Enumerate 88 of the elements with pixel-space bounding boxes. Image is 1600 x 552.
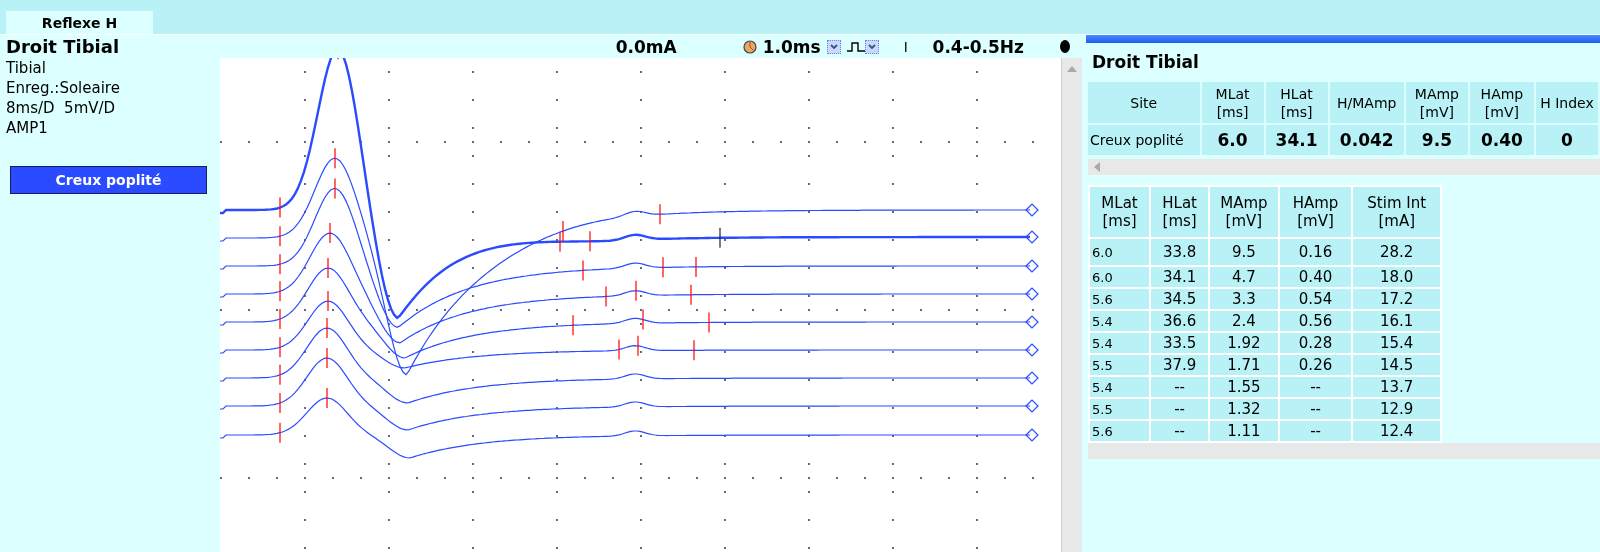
table-cell: -- bbox=[1151, 377, 1209, 397]
table-cell: 14.5 bbox=[1353, 355, 1440, 375]
column-header: MLat [ms] bbox=[1201, 82, 1264, 123]
table-cell: 5.4 bbox=[1090, 333, 1150, 353]
duration-dropdown[interactable] bbox=[826, 39, 841, 54]
intensity-text: 0.0mA bbox=[615, 36, 677, 57]
table-cell: -- bbox=[1151, 421, 1209, 441]
column-header: HAmp [mV] bbox=[1279, 187, 1352, 237]
table-cell: 17.2 bbox=[1353, 289, 1440, 309]
table-cell: 28.2 bbox=[1353, 239, 1440, 265]
nerve-title: Droit Tibial bbox=[6, 36, 121, 58]
tab[interactable]: Reflexe H bbox=[6, 11, 153, 34]
table-cell: -- bbox=[1279, 377, 1352, 397]
results-title: Droit Tibial bbox=[1091, 51, 1200, 74]
site-button[interactable]: Creux poplité bbox=[10, 166, 207, 194]
table-cell: 0.40 bbox=[1469, 125, 1534, 155]
table-cell: 0.54 bbox=[1279, 289, 1352, 309]
table-cell: 5.6 bbox=[1090, 421, 1150, 441]
table-cell: 1.92 bbox=[1210, 333, 1278, 353]
table-cell: 13.7 bbox=[1353, 377, 1440, 397]
table-cell: 3.3 bbox=[1210, 289, 1278, 309]
table-cell: 12.4 bbox=[1353, 421, 1440, 441]
table-cell: 6.0 bbox=[1090, 239, 1150, 265]
settings-text: Enreg.:Soleaire bbox=[6, 78, 121, 98]
table-cell: 9.5 bbox=[1210, 239, 1278, 265]
table-cell: 5.6 bbox=[1090, 289, 1150, 309]
column-header: MAmp [mV] bbox=[1210, 187, 1278, 237]
table-cell: 9.5 bbox=[1405, 125, 1468, 155]
table-cell: 0.56 bbox=[1279, 311, 1352, 331]
table-cell: 5.4 bbox=[1090, 377, 1150, 397]
scroll-up-icon[interactable] bbox=[1067, 66, 1077, 72]
vertical-scrollbar[interactable] bbox=[1061, 58, 1082, 552]
table-cell: 0.26 bbox=[1279, 355, 1352, 375]
table-cell: 36.6 bbox=[1151, 311, 1209, 331]
caret-icon bbox=[829, 43, 838, 50]
column-header: HLat [ms] bbox=[1265, 82, 1328, 123]
table-cell: 0.16 bbox=[1279, 239, 1352, 265]
table-cell: 34.1 bbox=[1265, 125, 1328, 155]
table-cell: 5.5 bbox=[1090, 355, 1150, 375]
scroll-left-icon[interactable] bbox=[1094, 162, 1100, 172]
settings-text: Tibial bbox=[6, 58, 47, 78]
table-cell: 4.7 bbox=[1210, 267, 1278, 287]
table-cell: 0.40 bbox=[1279, 267, 1352, 287]
tick-icon bbox=[904, 41, 907, 52]
table-cell: 15.4 bbox=[1353, 333, 1440, 353]
record-icon bbox=[1060, 40, 1070, 53]
column-header: Stim Int [mA] bbox=[1353, 187, 1440, 237]
pulse-icon bbox=[846, 41, 865, 52]
column-header: Site bbox=[1088, 82, 1200, 123]
horizontal-scrollbar[interactable] bbox=[1088, 443, 1600, 459]
table-cell: 0.28 bbox=[1279, 333, 1352, 353]
table-cell: 33.8 bbox=[1151, 239, 1209, 265]
settings-text: AMP1 bbox=[6, 118, 49, 138]
table-cell: 12.9 bbox=[1353, 399, 1440, 419]
pulse-dropdown[interactable] bbox=[864, 39, 879, 54]
column-header: H Index bbox=[1535, 82, 1598, 123]
column-header: MAmp [mV] bbox=[1405, 82, 1468, 123]
table-cell: 34.1 bbox=[1151, 267, 1209, 287]
table-cell: 5.4 bbox=[1090, 311, 1150, 331]
table-cell: 37.9 bbox=[1151, 355, 1209, 375]
column-header: HAmp [mV] bbox=[1469, 82, 1534, 123]
dial-icon bbox=[742, 39, 757, 54]
table-cell: 1.32 bbox=[1210, 399, 1278, 419]
filter-text: 0.4-0.5Hz bbox=[932, 36, 1024, 57]
table-cell: 18.0 bbox=[1353, 267, 1440, 287]
table-cell: 34.5 bbox=[1151, 289, 1209, 309]
caret-icon bbox=[867, 43, 876, 50]
table-cell: 6.0 bbox=[1201, 125, 1264, 155]
table-cell: -- bbox=[1279, 421, 1352, 441]
column-header: H/MAmp bbox=[1329, 82, 1404, 123]
table-cell: 1.11 bbox=[1210, 421, 1278, 441]
table-cell: 0 bbox=[1535, 125, 1598, 155]
column-header: MLat [ms] bbox=[1090, 187, 1150, 237]
column-header: HLat [ms] bbox=[1151, 187, 1209, 237]
table-cell: 0.042 bbox=[1329, 125, 1404, 155]
settings-text: 8ms/D 5mV/D bbox=[6, 98, 117, 118]
table-cell: -- bbox=[1279, 399, 1352, 419]
table-cell: 6.0 bbox=[1090, 267, 1150, 287]
table-cell: 16.1 bbox=[1353, 311, 1440, 331]
table-cell: -- bbox=[1151, 399, 1209, 419]
horizontal-scrollbar[interactable] bbox=[1088, 159, 1600, 175]
table-cell: 2.4 bbox=[1210, 311, 1278, 331]
duration-text: 1.0ms bbox=[762, 36, 821, 57]
table-cell: Creux poplité bbox=[1088, 125, 1200, 155]
table-cell: 5.5 bbox=[1090, 399, 1150, 419]
table-cell: 1.55 bbox=[1210, 377, 1278, 397]
table-cell: 1.71 bbox=[1210, 355, 1278, 375]
table-cell: 33.5 bbox=[1151, 333, 1209, 353]
